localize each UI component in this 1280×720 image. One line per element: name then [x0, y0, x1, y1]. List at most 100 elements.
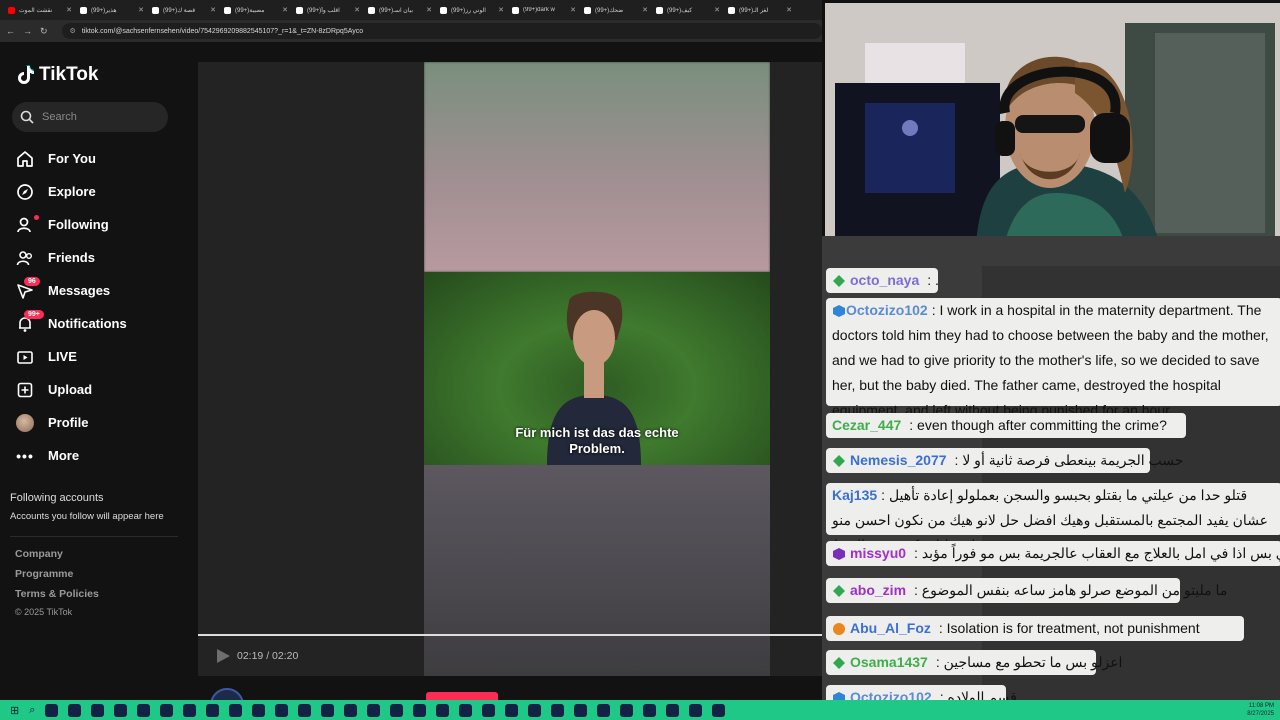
chat-username[interactable]: missyu0	[850, 541, 906, 566]
close-icon[interactable]: ✕	[66, 6, 72, 14]
taskbar-app-icon[interactable]	[620, 703, 634, 717]
taskbar-app-icon[interactable]	[344, 703, 358, 717]
sidebar-item-friends[interactable]: Friends	[16, 241, 186, 274]
taskbar-app-icon[interactable]	[114, 703, 128, 717]
browser-tab[interactable]: (99+)بيان اسـ ✕	[364, 2, 436, 18]
browser-tab[interactable]: (99+)الوني رز ✕	[436, 2, 508, 18]
search-input[interactable]	[42, 111, 152, 123]
close-icon[interactable]: ✕	[786, 6, 792, 14]
url-field[interactable]: ⚙ tiktok.com/@sachsenfernsehen/video/754…	[61, 23, 822, 39]
tab-title: (99+)مصيبة	[235, 7, 265, 14]
browser-tab[interactable]: (99+)dark w ✕	[508, 2, 580, 18]
chat-username[interactable]: octo_naya	[850, 268, 919, 293]
taskbar-app-icon[interactable]	[505, 703, 519, 717]
chat-username[interactable]: Cezar_447	[832, 413, 901, 438]
sidebar-item-upload[interactable]: Upload	[16, 373, 186, 406]
sidebar-item-profile[interactable]: Profile	[16, 406, 186, 439]
site-info-icon[interactable]: ⚙	[70, 27, 76, 35]
chat-message: missyu0: عزل ضروري بس اذا في امل بالعلاج…	[826, 541, 1280, 566]
chat-message: Cezar_447: even though after committing …	[826, 413, 1186, 438]
taskbar-app-icon[interactable]	[367, 703, 381, 717]
taskbar-app-icon[interactable]	[643, 703, 657, 717]
sidebar-item-more[interactable]: ••• More	[16, 439, 186, 472]
close-icon[interactable]: ✕	[210, 6, 216, 14]
close-icon[interactable]: ✕	[354, 6, 360, 14]
browser-tab[interactable]: (99+)لغز الـ ✕	[724, 2, 796, 18]
video-time: 02:19 / 02:20	[237, 650, 299, 662]
footer-link-company[interactable]: Company	[15, 548, 99, 568]
sidebar-item-following[interactable]: Following	[16, 208, 186, 241]
taskbar-search-icon[interactable]: ⌕	[29, 704, 35, 717]
taskbar-app-icon[interactable]	[551, 703, 565, 717]
taskbar-app-icon[interactable]	[137, 703, 151, 717]
close-icon[interactable]: ✕	[282, 6, 288, 14]
forward-icon[interactable]: →	[23, 26, 32, 36]
sidebar-item-for-you[interactable]: For You	[16, 142, 186, 175]
footer-link-programme[interactable]: Programme	[15, 568, 99, 588]
taskbar-app-icon[interactable]	[528, 703, 542, 717]
taskbar-app-icon[interactable]	[459, 703, 473, 717]
footer-link-terms[interactable]: Terms & Policies	[15, 588, 99, 608]
chat-username[interactable]: abo_zim	[850, 578, 906, 603]
close-icon[interactable]: ✕	[714, 6, 720, 14]
browser-tab[interactable]: (99+)كيف ✕	[652, 2, 724, 18]
windows-start-icon[interactable]: ⊞	[10, 704, 19, 717]
system-clock[interactable]: 11:08 PM 8/27/2025	[1247, 702, 1274, 718]
chat-username[interactable]: Nemesis_2077	[850, 448, 947, 473]
browser-tab[interactable]: (99+)مصيبة ✕	[220, 2, 292, 18]
taskbar-app-icon[interactable]	[275, 703, 289, 717]
search-box[interactable]	[12, 102, 168, 132]
sidebar-item-explore[interactable]: Explore	[16, 175, 186, 208]
browser-tab[interactable]: (99+)اقلب وأ ✕	[292, 2, 364, 18]
live-icon	[16, 348, 34, 366]
reload-icon[interactable]: ↻	[40, 26, 48, 37]
browser-tab[interactable]: (99+)هذير ✕	[76, 2, 148, 18]
sidebar-item-messages[interactable]: 96 Messages	[16, 274, 186, 307]
taskbar: ⊞ ⌕	[0, 700, 1280, 720]
chat-username[interactable]: Osama1437	[850, 650, 928, 675]
taskbar-app-icon[interactable]	[160, 703, 174, 717]
close-icon[interactable]: ✕	[642, 6, 648, 14]
sidebar-item-live[interactable]: LIVE	[16, 340, 186, 373]
taskbar-app-icon[interactable]	[482, 703, 496, 717]
taskbar-app-icon[interactable]	[413, 703, 427, 717]
taskbar-app-icon[interactable]	[298, 703, 312, 717]
taskbar-app-icon[interactable]	[390, 703, 404, 717]
sidebar-item-notifications[interactable]: 99+ Notifications	[16, 307, 186, 340]
chat-username[interactable]: Kaj135	[832, 487, 877, 503]
friends-icon	[16, 249, 34, 267]
taskbar-app-icon[interactable]	[666, 703, 680, 717]
divider	[10, 536, 178, 537]
footer-links: Company Programme Terms & Policies	[15, 548, 99, 608]
taskbar-app-icon[interactable]	[436, 703, 450, 717]
close-icon[interactable]: ✕	[570, 6, 576, 14]
video-frame[interactable]: Für mich ist das das echte Problem.	[424, 62, 770, 676]
close-icon[interactable]: ✕	[138, 6, 144, 14]
chat-username[interactable]: Abu_Al_Foz	[850, 616, 931, 641]
taskbar-app-icon[interactable]	[689, 703, 703, 717]
taskbar-app-icon[interactable]	[252, 703, 266, 717]
taskbar-app-icon[interactable]	[229, 703, 243, 717]
video-progress-bar[interactable]	[198, 634, 830, 636]
taskbar-app-icon[interactable]	[597, 703, 611, 717]
play-icon[interactable]	[216, 648, 231, 664]
following-icon	[16, 216, 34, 234]
taskbar-app-icon[interactable]	[183, 703, 197, 717]
taskbar-app-icon[interactable]	[712, 703, 726, 717]
tiktok-logo[interactable]: TikTok	[18, 64, 98, 86]
taskbar-app-icon[interactable]	[574, 703, 588, 717]
back-icon[interactable]: ←	[6, 26, 15, 36]
close-icon[interactable]: ✕	[426, 6, 432, 14]
chat-username[interactable]: Octozizo102	[846, 302, 928, 318]
taskbar-app-icon[interactable]	[206, 703, 220, 717]
browser-tab[interactable]: (99+)ضحك ✕	[580, 2, 652, 18]
taskbar-app-icon[interactable]	[91, 703, 105, 717]
close-icon[interactable]: ✕	[498, 6, 504, 14]
taskbar-app-icon[interactable]	[45, 703, 59, 717]
taskbar-app-icon[interactable]	[68, 703, 82, 717]
taskbar-app-icon[interactable]	[321, 703, 335, 717]
browser-tab[interactable]: نقشت الموت ✕	[4, 2, 76, 18]
chat-text: : I work in a hospital in the maternity …	[832, 302, 1269, 418]
chat-message: Kaj135: قتلو حدا من عيلتي ما بقتلو بحبسو…	[826, 483, 1280, 553]
browser-tab[interactable]: (99+)قصة ك ✕	[148, 2, 220, 18]
